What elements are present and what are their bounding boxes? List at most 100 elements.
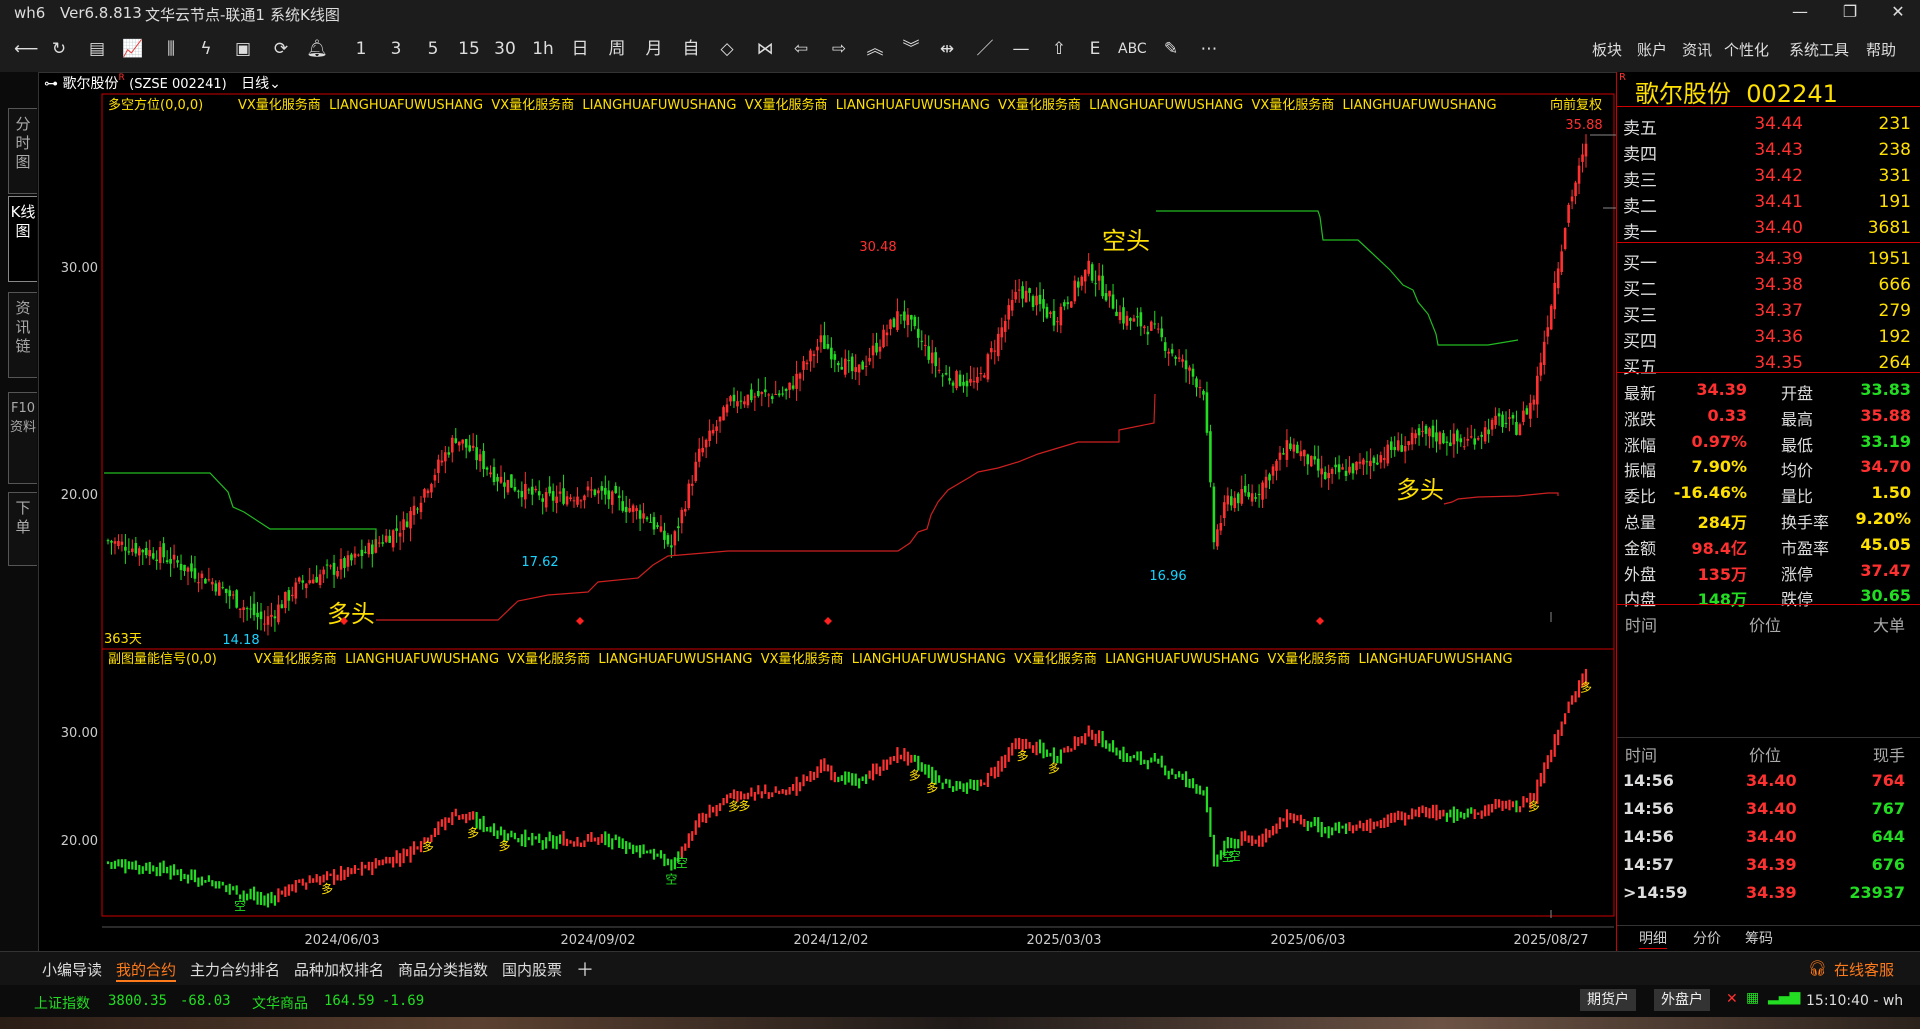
crosshair-icon[interactable]: ⇹	[936, 37, 958, 61]
sub-indicator-name[interactable]: 副图量能信号(0,0)	[108, 652, 217, 667]
left-arrow-icon[interactable]: ⇦	[790, 37, 812, 61]
shrink-icon[interactable]: ◇	[716, 37, 738, 61]
menu-personalize[interactable]: 个性化	[1724, 39, 1769, 60]
tab-chips[interactable]: 筹码	[1745, 928, 1773, 948]
candle-body	[1421, 430, 1424, 432]
tab-kline[interactable]: K线图	[8, 196, 37, 282]
period-1h[interactable]: 1h	[532, 37, 554, 61]
refresh-icon[interactable]: ↻	[48, 37, 70, 61]
main-indicator-name[interactable]: 多空方位(0,0,0)	[108, 97, 203, 113]
candle-body	[249, 608, 252, 610]
menu-help[interactable]: 帮助	[1866, 39, 1896, 60]
tab-timeshare[interactable]: 分时图	[8, 108, 37, 194]
period-day[interactable]: 日	[569, 37, 591, 61]
period-select[interactable]: 日线	[241, 76, 269, 92]
foreign-account-button[interactable]: 外盘户	[1654, 989, 1710, 1011]
ask-row[interactable]: 卖三 34.42 331	[1621, 164, 1915, 191]
period-custom[interactable]: 自	[680, 37, 702, 61]
candle-icon[interactable]: ⫼	[160, 37, 182, 61]
index1-name[interactable]: 上证指数	[34, 993, 90, 1013]
btab-editor[interactable]: 小编导读	[42, 959, 102, 980]
period-15[interactable]: 15	[458, 37, 480, 61]
ask-row[interactable]: 卖五 34.44 231	[1621, 112, 1915, 139]
text-tool[interactable]: ABC	[1118, 37, 1147, 61]
ask-row[interactable]: 卖四 34.43 238	[1621, 138, 1915, 165]
cycle-icon[interactable]: ⟳	[270, 37, 292, 61]
candle-body	[131, 548, 134, 552]
bid-volume: 666	[1878, 275, 1911, 295]
up-chevron-icon[interactable]: ︽	[864, 37, 886, 61]
stat-label-2: 市盈率	[1781, 538, 1830, 558]
candle-body	[652, 517, 656, 530]
add-tab-icon[interactable]: ＋	[576, 956, 594, 982]
pen-icon[interactable]: ✎	[1160, 37, 1182, 61]
period-5[interactable]: 5	[422, 37, 444, 61]
tab-detail[interactable]: 明细	[1639, 928, 1667, 949]
fib-icon[interactable]: Ε	[1084, 37, 1106, 61]
candle-body	[1149, 321, 1153, 331]
btab-domestic-stocks[interactable]: 国内股票	[502, 959, 562, 980]
bid-row[interactable]: 买三 34.37 279	[1621, 299, 1915, 326]
menu-account[interactable]: 账户	[1637, 39, 1667, 60]
stat-value: 98.4亿	[1691, 538, 1747, 558]
home-icon[interactable]: ⇧	[1048, 37, 1070, 61]
btab-main-rank[interactable]: 主力合约排名	[190, 959, 280, 980]
more-icon[interactable]: ⋯	[1198, 37, 1220, 61]
bid-row[interactable]: 买二 34.38 666	[1621, 273, 1915, 300]
tab-f10[interactable]: F10资料	[8, 392, 37, 484]
candle-body	[1306, 454, 1310, 465]
period-month[interactable]: 月	[643, 37, 665, 61]
index2-name[interactable]: 文华商品	[252, 993, 308, 1013]
btab-my-contracts[interactable]: 我的合约	[116, 959, 177, 982]
candle-body	[823, 335, 826, 349]
period-week[interactable]: 周	[606, 37, 628, 61]
btab-commodity-index[interactable]: 商品分类指数	[398, 959, 488, 980]
trendline-icon[interactable]: ／	[974, 37, 996, 61]
tab-order[interactable]: 下单	[8, 492, 37, 566]
menu-sector[interactable]: 板块	[1592, 39, 1622, 60]
candle-body	[1163, 342, 1167, 351]
back-icon[interactable]: ⟵	[14, 37, 38, 61]
close-icon[interactable]: ✕	[1878, 2, 1918, 26]
kline-chart[interactable]: 空多多多多空空多多多多多多空空多多 30.00 20.00 30.00 20.0…	[38, 92, 1616, 952]
down-chevron-icon[interactable]: ︾	[900, 37, 922, 61]
candle-body	[277, 604, 280, 623]
server-node[interactable]: 文华云节点-联通1	[145, 4, 265, 25]
futures-account-button[interactable]: 期货户	[1580, 989, 1636, 1011]
candle-body	[499, 476, 503, 483]
online-service[interactable]: 在线客服	[1834, 959, 1894, 980]
table-icon[interactable]: ▤	[86, 37, 108, 61]
screen-icon[interactable]: ▣	[232, 37, 254, 61]
minimize-icon[interactable]: —	[1780, 2, 1820, 26]
stat-value: 284万	[1697, 513, 1747, 532]
period-30[interactable]: 30	[494, 37, 516, 61]
right-arrow-icon[interactable]: ⇨	[828, 37, 850, 61]
candle-body	[263, 623, 266, 625]
restore-icon[interactable]: ❐	[1830, 2, 1870, 26]
indicator-icon[interactable]: ϟ	[195, 37, 217, 61]
candle-body	[857, 364, 861, 373]
menu-grip-icon[interactable]: ⊶	[44, 76, 58, 92]
hline-icon[interactable]: —	[1010, 37, 1032, 61]
tab-news-chain[interactable]: 资讯链	[8, 292, 37, 378]
period-3[interactable]: 3	[385, 37, 407, 61]
tab-price-dist[interactable]: 分价	[1693, 928, 1721, 948]
expand-icon[interactable]: ⋈	[754, 37, 776, 61]
btab-weighted-rank[interactable]: 品种加权排名	[294, 959, 384, 980]
ask-volume: 331	[1878, 166, 1911, 186]
candle-body	[551, 491, 555, 501]
bid-row[interactable]: 买一 34.39 1951	[1621, 247, 1915, 274]
ask-row[interactable]: 卖二 34.41 191	[1621, 190, 1915, 217]
menu-tools[interactable]: 系统工具	[1789, 39, 1849, 60]
rights-mode[interactable]: 向前复权	[1550, 97, 1602, 113]
ask-row[interactable]: 卖一 34.40 3681	[1621, 216, 1915, 243]
candle-body	[1007, 305, 1011, 320]
candle-body	[1139, 312, 1143, 327]
bid-row[interactable]: 买四 34.36 192	[1621, 325, 1915, 352]
headset-icon[interactable]: 🎧︎	[1808, 959, 1827, 977]
chevron-down-icon[interactable]: ⌄	[269, 76, 281, 92]
alarm-icon[interactable]: 🔔︎	[306, 37, 328, 61]
line-chart-icon[interactable]: 📈	[122, 37, 144, 61]
period-1[interactable]: 1	[350, 37, 372, 61]
menu-news[interactable]: 资讯	[1682, 39, 1712, 60]
